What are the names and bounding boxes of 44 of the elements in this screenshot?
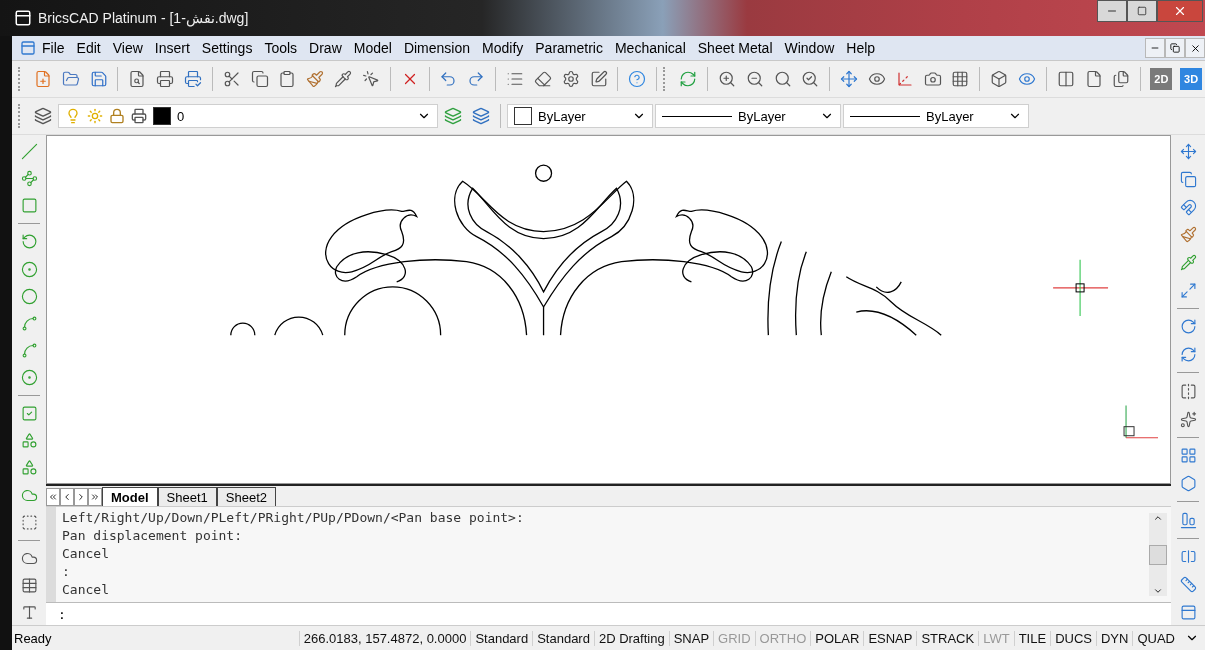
layout-tab[interactable]: Sheet1 <box>157 487 217 506</box>
menu-item[interactable]: File <box>36 40 71 56</box>
menu-item[interactable]: Model <box>347 40 398 56</box>
view-mode-button[interactable]: 2D <box>1150 68 1173 90</box>
layout-tab[interactable]: Model <box>102 487 158 506</box>
menu-item[interactable]: Modify <box>476 40 530 56</box>
status-field: 2D Drafting <box>593 630 669 646</box>
status-toggle[interactable]: POLAR <box>810 630 864 646</box>
menu-item[interactable]: Tools <box>258 40 304 56</box>
layer-dropdown[interactable]: 0 <box>58 104 438 128</box>
menu-item[interactable]: View <box>106 40 149 56</box>
linetype-dropdown[interactable]: ByLayer <box>655 104 841 128</box>
command-line: Pan displacement point: <box>62 527 243 545</box>
menu-item[interactable]: Settings <box>195 40 259 56</box>
command-line: Cancel <box>62 581 110 599</box>
window-title: BricsCAD Platinum - [1-نقش.dwg] <box>38 10 250 26</box>
status-toggle[interactable]: STRACK <box>916 630 979 646</box>
status-field: 266.0183, 157.4872, 0.0000 <box>298 630 471 646</box>
view-mode-button[interactable]: 3D <box>1180 68 1203 90</box>
command-line: Cancel <box>62 545 110 563</box>
menu-item[interactable]: Edit <box>70 40 107 56</box>
menu-item[interactable]: Dimension <box>397 40 477 56</box>
menu-item[interactable]: Window <box>778 40 841 56</box>
command-line: : <box>62 563 71 581</box>
layout-tab[interactable]: Sheet2 <box>216 487 276 506</box>
lineweight-dropdown[interactable]: ByLayer <box>843 104 1029 128</box>
menu-item[interactable]: Insert <box>148 40 196 56</box>
status-toggle[interactable]: SNAP <box>668 630 714 646</box>
status-message: Ready <box>13 630 53 646</box>
status-field: Standard <box>470 630 533 646</box>
status-field: Standard <box>532 630 594 646</box>
menu-item[interactable]: Mechanical <box>608 40 692 56</box>
status-toggle[interactable]: ESNAP <box>863 630 917 646</box>
status-toggle[interactable]: DYN <box>1096 630 1133 646</box>
menu-item[interactable]: Help <box>840 40 882 56</box>
status-toggle[interactable]: DUCS <box>1050 630 1096 646</box>
command-input-field[interactable]: : <box>46 602 1171 625</box>
menu-item[interactable]: Parametric <box>529 40 609 56</box>
color-dropdown[interactable]: ByLayer <box>507 104 653 128</box>
menu-item[interactable]: Draw <box>303 40 348 56</box>
command-line: Left/Right/Up/Down/PLeft/PRight/PUp/PDown/<Pan base point>: <box>62 509 525 527</box>
status-toggle[interactable]: TILE <box>1013 630 1051 646</box>
status-toggle[interactable]: QUAD <box>1132 630 1179 646</box>
menu-item[interactable]: Sheet Metal <box>691 40 779 56</box>
